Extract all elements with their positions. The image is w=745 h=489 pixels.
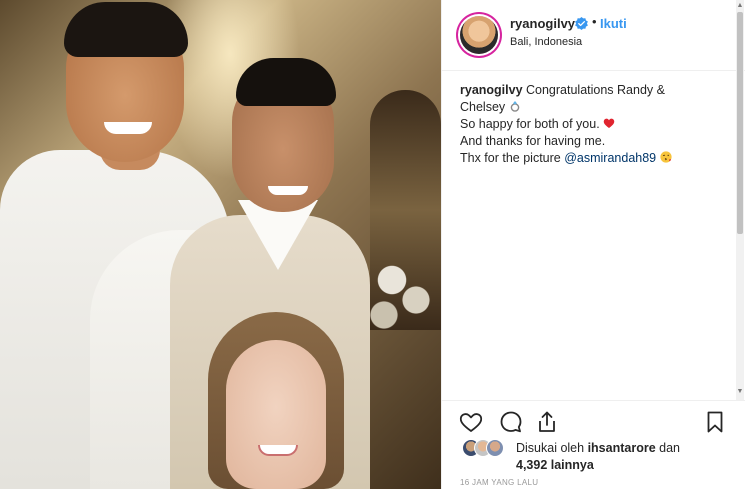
post-header: ryanogilvy • Ikuti Bali, Indonesia — [442, 0, 745, 71]
caption-mention-link[interactable]: @asmirandah89 — [564, 151, 656, 165]
heart-icon[interactable] — [458, 409, 484, 435]
kiss-face-emoji-icon — [660, 151, 672, 163]
avatar[interactable] — [460, 16, 498, 54]
follow-button[interactable]: Ikuti — [600, 16, 627, 31]
instagram-post-window: ryanogilvy • Ikuti Bali, Indonesia ryano… — [0, 0, 745, 489]
person-left-hair — [64, 2, 188, 57]
header-separator-dot: • — [592, 14, 597, 29]
post-action-bar — [442, 400, 745, 441]
likes-count-link[interactable]: 4,392 lainnya — [516, 458, 594, 472]
header-username[interactable]: ryanogilvy — [510, 16, 575, 31]
caption-username[interactable]: ryanogilvy — [460, 83, 523, 97]
red-heart-emoji-icon — [603, 118, 615, 128]
comment-icon[interactable] — [498, 409, 524, 435]
liked-by-prefix: Disukai oleh — [516, 441, 588, 455]
share-icon[interactable] — [534, 409, 560, 435]
post-timestamp[interactable]: 16 JAM YANG LALU — [460, 478, 538, 487]
scroll-up-arrow-icon[interactable]: ▲ — [736, 2, 744, 10]
liked-by-text: Disukai oleh ihsantarore dan 4,392 lainn… — [516, 440, 745, 474]
person-left-smile — [104, 122, 152, 134]
caption-line-1: Congratulations Randy & — [522, 83, 665, 97]
person-woman-face — [226, 340, 326, 489]
person-woman-smile — [258, 445, 298, 456]
person-middle-smile — [268, 186, 308, 195]
scrollbar-thumb[interactable] — [737, 12, 743, 234]
person-middle-hair — [236, 58, 336, 106]
caption-scrollbar[interactable]: ▲ ▼ — [736, 0, 744, 400]
post-photo[interactable] — [0, 0, 441, 489]
liked-by-middle: dan — [655, 441, 681, 455]
bookmark-icon[interactable] — [702, 409, 728, 435]
verified-badge-icon — [575, 17, 588, 30]
caption-line-2: Chelsey — [460, 100, 509, 114]
location-link[interactable]: Bali, Indonesia — [510, 36, 582, 48]
ring-emoji-icon — [510, 101, 519, 112]
caption-line-5-prefix: Thx for the picture — [460, 151, 565, 165]
post-side-panel: ryanogilvy • Ikuti Bali, Indonesia ryano… — [441, 0, 745, 489]
caption-line-4: And thanks for having me. — [460, 134, 606, 148]
photo-flowers — [360, 240, 440, 340]
liker-avatar-3[interactable] — [486, 439, 504, 457]
likes-summary: Disukai oleh ihsantarore dan 4,392 lainn… — [460, 437, 740, 477]
scroll-down-arrow-icon[interactable]: ▼ — [736, 388, 744, 396]
caption-line-3: So happy for both of you. — [460, 117, 604, 131]
liker-username-link[interactable]: ihsantarore — [588, 441, 656, 455]
post-caption: ryanogilvy Congratulations Randy & Chels… — [460, 82, 730, 167]
